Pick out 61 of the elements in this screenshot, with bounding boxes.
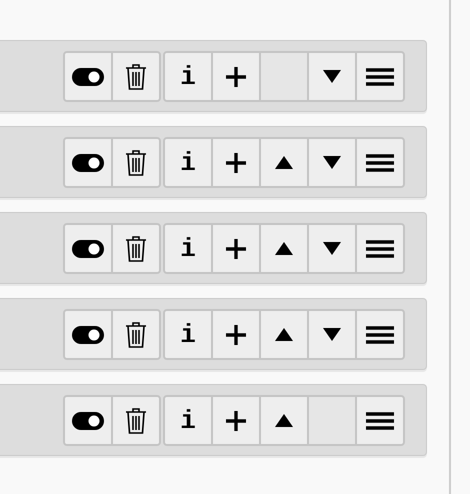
trash-icon: [125, 148, 147, 176]
menu-icon: [366, 326, 394, 344]
info-button[interactable]: i: [163, 395, 213, 446]
plus-icon: [226, 324, 246, 344]
trash-icon: [125, 406, 147, 434]
move-down-button[interactable]: [307, 51, 357, 102]
toggle-button[interactable]: [63, 223, 113, 274]
menu-button[interactable]: [355, 223, 405, 274]
menu-button[interactable]: [355, 395, 405, 446]
move-down-button[interactable]: [307, 223, 357, 274]
add-button[interactable]: [211, 223, 261, 274]
down-triangle-icon: [323, 328, 341, 341]
trash-icon: [125, 62, 147, 90]
add-button[interactable]: [211, 51, 261, 102]
plus-icon: [226, 152, 246, 172]
menu-button[interactable]: [355, 137, 405, 188]
add-button[interactable]: [211, 309, 261, 360]
toggle-icon: [72, 154, 104, 172]
plus-icon: [226, 66, 246, 86]
down-triangle-icon: [323, 242, 341, 255]
add-button[interactable]: [211, 137, 261, 188]
info-button[interactable]: i: [163, 309, 213, 360]
menu-button[interactable]: [355, 309, 405, 360]
move-up-button[interactable]: [259, 223, 309, 274]
delete-button[interactable]: [111, 395, 161, 446]
delete-button[interactable]: [111, 309, 161, 360]
menu-icon: [366, 412, 394, 430]
delete-button[interactable]: [111, 223, 161, 274]
move-up-button[interactable]: [259, 137, 309, 188]
menu-icon: [366, 240, 394, 258]
move-up-button[interactable]: [259, 309, 309, 360]
up-triangle-icon: [275, 156, 293, 169]
trash-icon: [125, 320, 147, 348]
delete-button[interactable]: [111, 51, 161, 102]
info-button[interactable]: i: [163, 137, 213, 188]
info-button[interactable]: i: [163, 223, 213, 274]
down-triangle-icon: [323, 156, 341, 169]
move-down-button[interactable]: [307, 309, 357, 360]
toggle-button[interactable]: [63, 137, 113, 188]
plus-icon: [226, 238, 246, 258]
toggle-icon: [72, 326, 104, 344]
down-triangle-icon: [323, 70, 341, 83]
toggle-icon: [72, 68, 104, 86]
toggle-icon: [72, 412, 104, 430]
up-triangle-icon: [275, 328, 293, 341]
toggle-button[interactable]: [63, 51, 113, 102]
info-button[interactable]: i: [163, 51, 213, 102]
toggle-button[interactable]: [63, 309, 113, 360]
menu-icon: [366, 68, 394, 86]
menu-icon: [366, 154, 394, 172]
toggle-icon: [72, 240, 104, 258]
menu-button[interactable]: [355, 51, 405, 102]
delete-button[interactable]: [111, 137, 161, 188]
move-down-button[interactable]: [307, 137, 357, 188]
move-up-button[interactable]: [259, 395, 309, 446]
up-triangle-icon: [275, 242, 293, 255]
plus-icon: [226, 410, 246, 430]
trash-icon: [125, 234, 147, 262]
toggle-button[interactable]: [63, 395, 113, 446]
up-triangle-icon: [275, 414, 293, 427]
add-button[interactable]: [211, 395, 261, 446]
